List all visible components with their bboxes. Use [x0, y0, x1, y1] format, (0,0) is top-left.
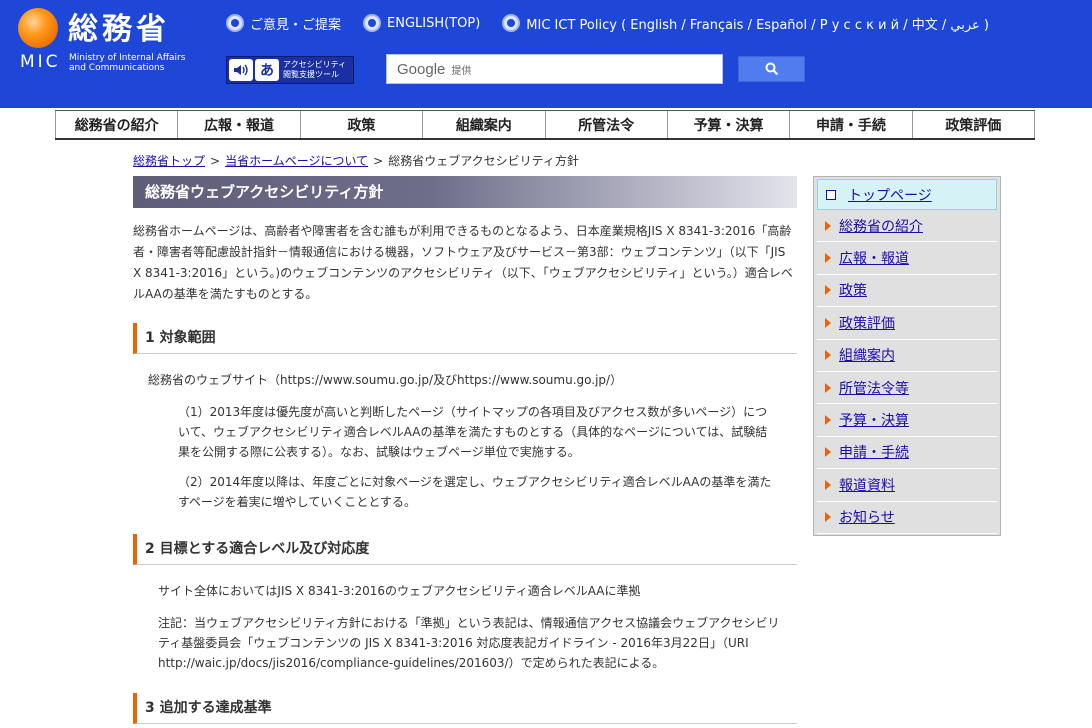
arrow-right-icon [825, 382, 831, 393]
nav-item-press[interactable]: 広報・報道 [177, 111, 299, 138]
nav-item-applications[interactable]: 申請・手続 [789, 111, 911, 138]
breadcrumb: 総務省トップ > 当省ホームページについて > 総務省ウェブアクセシビリティ方針 [133, 152, 579, 169]
target-level-note: 注記：当ウェブアクセシビリティ方針における「準拠」という表記は、情報通信アクセス… [158, 616, 780, 670]
nav-item-laws[interactable]: 所管法令 [544, 111, 667, 138]
logo-en-line1: Ministry of Internal Affairs [69, 53, 186, 63]
side-menu-top-page[interactable]: トップページ [817, 179, 997, 210]
scope-item-1: （1）2013年度は優先度が高いと判断したページ（サイトマップの各項目及びアクセ… [178, 405, 768, 459]
target-level-body: サイト全体においてはJIS X 8341-3:2016のウェブアクセシビリティ適… [158, 584, 641, 598]
scope-item-2: （2）2014年度以降は、年度ごとに対象ページを選定し、ウェブアクセシビリティ適… [178, 475, 772, 509]
intro-paragraph: 総務省ホームページは、高齢者や障害者を含む誰もが利用できるものとなるよう、日本産… [133, 224, 793, 301]
side-menu-item-label[interactable]: 広報・報道 [839, 248, 909, 268]
nav-item-budget[interactable]: 予算・決算 [666, 111, 789, 138]
side-menu-item-notices[interactable]: お知らせ [817, 502, 997, 534]
nav-item-policy[interactable]: 政策 [299, 111, 422, 138]
section-heading-target-level: 2 目標とする適合レベル及び対応度 [133, 534, 797, 565]
search-input[interactable]: Google 提供 [386, 54, 723, 84]
main-content: 総務省ウェブアクセシビリティ方針 総務省ホームページは、高齢者や障害者を含む誰も… [133, 176, 797, 724]
ict-policy-link-label: MIC ICT Policy ( English / Français / Es… [526, 17, 990, 33]
section-heading-scope: 1 対象範囲 [133, 323, 797, 354]
side-menu-item-press-releases[interactable]: 報道資料 [817, 469, 997, 502]
breadcrumb-link-homepage[interactable]: 当省ホームページについて [225, 154, 368, 168]
side-menu-item-label[interactable]: 申請・手続 [839, 442, 909, 462]
breadcrumb-link-top[interactable]: 総務省トップ [133, 154, 205, 168]
side-menu-item-budget[interactable]: 予算・決算 [817, 404, 997, 437]
side-menu-item-label[interactable]: 政策評価 [839, 313, 895, 333]
side-menu-item-label[interactable]: 総務省の紹介 [839, 216, 923, 236]
scope-body: 総務省のウェブサイト（https://www.soumu.go.jp/及びhtt… [148, 373, 623, 387]
a11y-label-line2: 閲覧支援ツール [283, 70, 339, 79]
breadcrumb-separator: > [373, 154, 384, 168]
search-icon [765, 62, 778, 76]
arrow-right-icon [825, 479, 831, 490]
side-menu-item-organization[interactable]: 組織案内 [817, 340, 997, 372]
mic-logo-icon[interactable] [18, 8, 58, 48]
site-header: 総務省 MIC Ministry of Internal Affairs and… [0, 0, 1092, 108]
page-title: 総務省ウェブアクセシビリティ方針 [133, 176, 797, 208]
side-menu-item-label[interactable]: 政策 [839, 280, 867, 300]
english-top-link[interactable]: ENGLISH(TOP) [363, 14, 480, 32]
hiragana-icon: あ [255, 59, 279, 81]
side-menu-top-label[interactable]: トップページ [848, 185, 932, 205]
radio-bullet-icon [226, 14, 244, 32]
accessibility-tool-label: アクセシビリティ 閲覧支援ツール [283, 60, 353, 80]
google-provided-label: 提供 [451, 65, 472, 77]
arrow-right-icon [825, 317, 831, 328]
side-menu-item-press[interactable]: 広報・報道 [817, 242, 997, 275]
ict-policy-link[interactable]: MIC ICT Policy ( English / Français / Es… [502, 14, 989, 33]
side-menu-item-label[interactable]: 所管法令等 [839, 378, 909, 398]
square-bullet-icon [826, 189, 836, 200]
logo-en-line2: and Communications [69, 63, 165, 73]
side-menu-item-label[interactable]: お知らせ [839, 507, 895, 527]
arrow-right-icon [825, 415, 831, 426]
side-menu-item-label[interactable]: 予算・決算 [839, 410, 909, 430]
section-heading-additional-criteria: 3 追加する達成基準 [133, 693, 797, 724]
accessibility-tool-button[interactable]: あ アクセシビリティ 閲覧支援ツール [226, 56, 354, 84]
a11y-label-line1: アクセシビリティ [283, 60, 347, 69]
nav-item-about[interactable]: 総務省の紹介 [55, 111, 177, 138]
nav-item-organization[interactable]: 組織案内 [422, 111, 544, 138]
arrow-right-icon [825, 350, 831, 361]
breadcrumb-current: 総務省ウェブアクセシビリティ方針 [388, 154, 579, 168]
side-menu-item-label[interactable]: 報道資料 [839, 475, 895, 495]
english-top-link-label: ENGLISH(TOP) [387, 15, 481, 31]
radio-bullet-icon [363, 14, 382, 32]
side-menu-item-about[interactable]: 総務省の紹介 [817, 210, 997, 243]
side-menu-item-laws[interactable]: 所管法令等 [817, 372, 997, 405]
opinion-link[interactable]: ご意見・ご提案 [226, 14, 341, 33]
side-menu-item-evaluation[interactable]: 政策評価 [817, 307, 997, 340]
logo-mic[interactable]: MIC [20, 52, 61, 72]
arrow-right-icon [825, 285, 831, 296]
search-button[interactable] [738, 56, 805, 82]
opinion-link-label: ご意見・ご提案 [250, 17, 342, 33]
logo-english-name: Ministry of Internal Affairs and Communi… [69, 53, 209, 73]
breadcrumb-separator: > [210, 154, 221, 168]
side-menu-item-policy[interactable]: 政策 [817, 275, 997, 308]
side-menu-item-applications[interactable]: 申請・手続 [817, 437, 997, 470]
radio-bullet-icon [502, 14, 521, 32]
header-top-links: ご意見・ご提案 ENGLISH(TOP) MIC ICT Policy ( En… [226, 12, 1011, 34]
logo-kanji[interactable]: 総務省 [68, 10, 170, 50]
google-logo-text: Google [397, 60, 446, 78]
main-nav: 総務省の紹介 広報・報道 政策 組織案内 所管法令 予算・決算 申請・手続 政策… [55, 110, 1035, 140]
nav-item-evaluation[interactable]: 政策評価 [911, 111, 1035, 138]
side-menu: トップページ 総務省の紹介 広報・報道 政策 政策評価 組織案内 所管法令等 予… [813, 176, 1001, 536]
arrow-right-icon [825, 512, 831, 523]
arrow-right-icon [825, 447, 831, 458]
arrow-right-icon [825, 220, 831, 231]
speaker-icon [229, 59, 253, 81]
arrow-right-icon [825, 253, 831, 264]
side-menu-item-label[interactable]: 組織案内 [839, 345, 895, 365]
